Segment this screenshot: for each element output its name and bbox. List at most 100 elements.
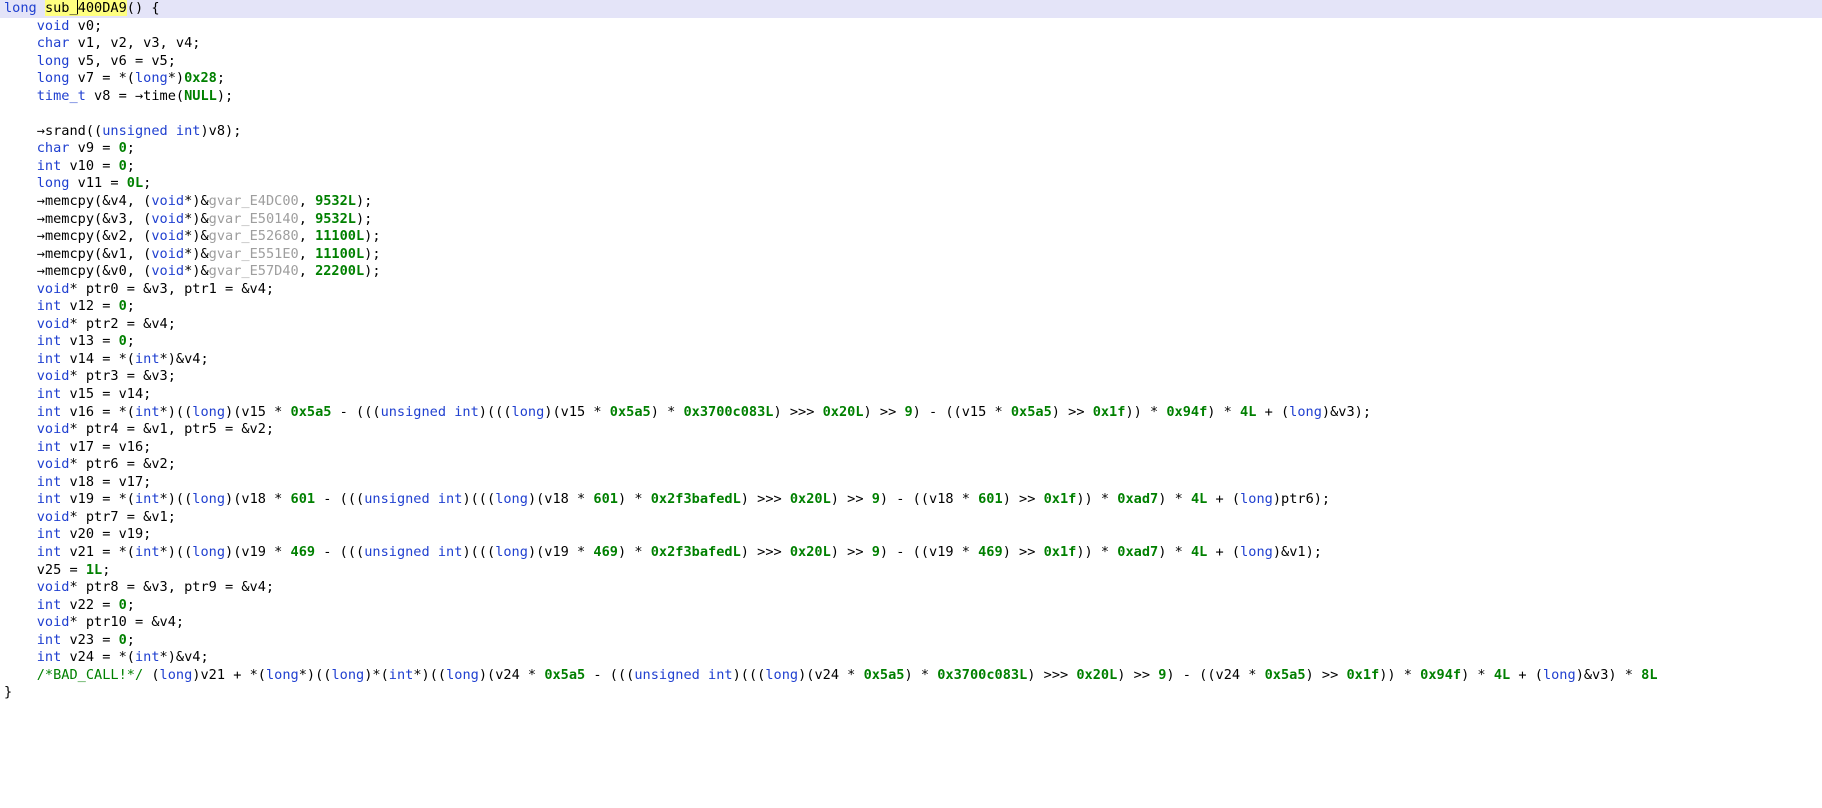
- keyword-int: int: [36, 403, 62, 420]
- code-line[interactable]: int v18 = v17;: [0, 474, 1822, 492]
- code-line[interactable]: int v23 = 0;: [0, 632, 1822, 650]
- constant-null: NULL: [184, 87, 217, 104]
- decompiler-pseudocode-view[interactable]: long sub_400DA9() { void v0; char v1, v2…: [0, 0, 1822, 808]
- keyword-long: long: [1240, 491, 1273, 508]
- code-line-signature[interactable]: long sub_400DA9() {: [0, 0, 1822, 18]
- function-name-highlight[interactable]: sub_400DA9: [44, 0, 127, 16]
- constant: 0: [118, 298, 127, 315]
- global-variable[interactable]: gvar_E4DC00: [209, 193, 299, 209]
- code-line[interactable]: int v20 = v19;: [0, 526, 1822, 544]
- keyword-int: int: [134, 543, 160, 560]
- keyword-void: void: [151, 228, 185, 245]
- constant: 0x20L: [789, 543, 831, 560]
- code-line[interactable]: void* ptr6 = &v2;: [0, 456, 1822, 474]
- constant: 0: [118, 333, 127, 350]
- code-line[interactable]: time_t v8 = →time(NULL);: [0, 88, 1822, 106]
- code-line[interactable]: void* ptr8 = &v3, ptr9 = &v4;: [0, 579, 1822, 597]
- keyword-long: long: [192, 491, 226, 508]
- constant: 0x5a5: [863, 666, 905, 683]
- constant: 0x94f: [1166, 403, 1208, 420]
- constant: 469: [593, 543, 618, 560]
- global-variable[interactable]: gvar_E52680: [209, 228, 299, 244]
- code-line[interactable]: int v12 = 0;: [0, 298, 1822, 316]
- call-arrow-icon: →: [36, 210, 45, 227]
- code-line[interactable]: →srand((unsigned int)v8);: [0, 123, 1822, 141]
- constant: 0: [118, 596, 127, 613]
- constant: 9532L: [315, 210, 356, 227]
- code-line[interactable]: char v1, v2, v3, v4;: [0, 35, 1822, 53]
- code-line[interactable]: void* ptr3 = &v3;: [0, 368, 1822, 386]
- keyword-void: void: [36, 17, 70, 34]
- code-line[interactable]: void* ptr4 = &v1, ptr5 = &v2;: [0, 421, 1822, 439]
- constant: 0x1f: [1092, 403, 1126, 420]
- constant: 0x20L: [789, 491, 831, 508]
- constant: 0x5a5: [1010, 403, 1052, 420]
- code-line[interactable]: int v13 = 0;: [0, 333, 1822, 351]
- constant: 0x3700c083L: [937, 666, 1028, 683]
- constant: 0x2f3bafedL: [650, 543, 741, 560]
- keyword-int: int: [708, 666, 733, 683]
- code-line[interactable]: char v9 = 0;: [0, 140, 1822, 158]
- code-line[interactable]: v25 = 1L;: [0, 562, 1822, 580]
- code-line[interactable]: long v7 = *(long*)0x28;: [0, 70, 1822, 88]
- constant: 11100L: [315, 228, 365, 245]
- keyword-unsigned: unsigned: [634, 666, 700, 683]
- code-line-expression[interactable]: int v16 = *(int*)((long)(v15 * 0x5a5 - (…: [0, 404, 1822, 422]
- global-variable[interactable]: gvar_E50140: [209, 211, 299, 227]
- code-line[interactable]: void v0;: [0, 18, 1822, 36]
- code-line[interactable]: int v15 = v14;: [0, 386, 1822, 404]
- constant: 0x5a5: [609, 403, 651, 420]
- constant: 0x2f3bafedL: [650, 491, 741, 508]
- code-line-expression[interactable]: int v21 = *(int*)((long)(v19 * 469 - (((…: [0, 544, 1822, 562]
- code-line[interactable]: int v22 = 0;: [0, 597, 1822, 615]
- constant: 469: [290, 543, 316, 560]
- keyword-int: int: [36, 526, 62, 543]
- code-line[interactable]: →memcpy(&v3, (void*)&gvar_E50140, 9532L)…: [0, 211, 1822, 229]
- code-line[interactable]: void* ptr7 = &v1;: [0, 509, 1822, 527]
- keyword-unsigned: unsigned: [102, 122, 168, 139]
- keyword-long: long: [495, 491, 528, 508]
- keyword-int: int: [36, 350, 62, 367]
- code-line[interactable]: →memcpy(&v2, (void*)&gvar_E52680, 11100L…: [0, 228, 1822, 246]
- constant: 0x94f: [1420, 666, 1462, 683]
- code-line[interactable]: long v11 = 0L;: [0, 175, 1822, 193]
- code-line[interactable]: int v24 = *(int*)&v4;: [0, 649, 1822, 667]
- keyword-void: void: [151, 193, 185, 210]
- keyword-long: long: [265, 666, 299, 683]
- global-variable[interactable]: gvar_E57D40: [209, 263, 299, 279]
- keyword-int: int: [134, 350, 160, 367]
- code-line[interactable]: void* ptr0 = &v3, ptr1 = &v4;: [0, 281, 1822, 299]
- global-variable[interactable]: gvar_E551E0: [209, 246, 299, 262]
- code-line[interactable]: long v5, v6 = v5;: [0, 53, 1822, 71]
- constant: 469: [978, 543, 1003, 560]
- code-line[interactable]: void* ptr2 = &v4;: [0, 316, 1822, 334]
- code-line[interactable]: int v14 = *(int*)&v4;: [0, 351, 1822, 369]
- keyword-int: int: [36, 543, 62, 560]
- keyword-void: void: [36, 421, 70, 438]
- code-line[interactable]: →memcpy(&v1, (void*)&gvar_E551E0, 11100L…: [0, 246, 1822, 264]
- code-line[interactable]: int v17 = v16;: [0, 439, 1822, 457]
- code-line-bad-call[interactable]: /*BAD_CALL!*/ (long)v21 + *(long*)((long…: [0, 667, 1822, 685]
- keyword-long: long: [134, 70, 168, 87]
- keyword-time-t: time_t: [36, 87, 86, 104]
- code-line-closing-brace[interactable]: }: [0, 684, 1822, 702]
- signature-suffix: () {: [126, 0, 160, 16]
- constant: 0x20L: [822, 403, 864, 420]
- code-line-expression[interactable]: int v19 = *(int*)((long)(v18 * 601 - (((…: [0, 491, 1822, 509]
- constant: 8L: [1641, 666, 1658, 683]
- keyword-int: int: [134, 403, 160, 420]
- keyword-int: int: [36, 386, 62, 403]
- code-line[interactable]: →memcpy(&v0, (void*)&gvar_E57D40, 22200L…: [0, 263, 1822, 281]
- keyword-int: int: [437, 491, 463, 508]
- keyword-void: void: [36, 280, 70, 297]
- keyword-int: int: [36, 438, 62, 455]
- keyword-void: void: [151, 210, 185, 227]
- code-line[interactable]: void* ptr10 = &v4;: [0, 614, 1822, 632]
- keyword-void: void: [36, 456, 70, 473]
- keyword-int: int: [134, 491, 160, 508]
- constant: 601: [290, 491, 316, 508]
- keyword-int: int: [134, 649, 160, 666]
- code-line[interactable]: →memcpy(&v4, (void*)&gvar_E4DC00, 9532L)…: [0, 193, 1822, 211]
- code-line[interactable]: int v10 = 0;: [0, 158, 1822, 176]
